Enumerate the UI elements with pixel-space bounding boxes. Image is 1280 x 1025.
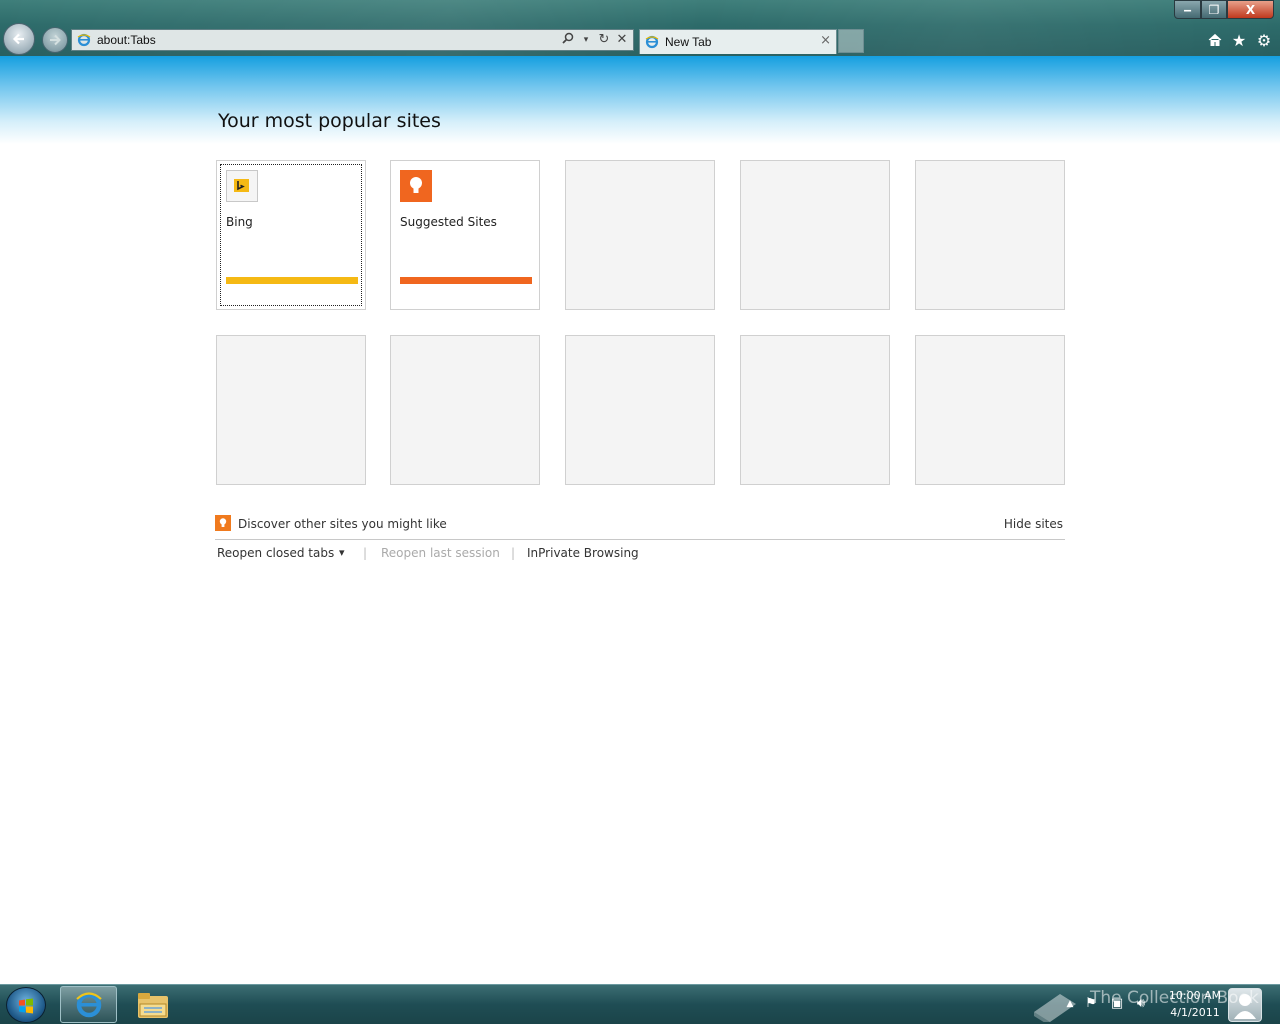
tab-label: New Tab (665, 35, 712, 49)
site-tile-suggested-sites[interactable]: Suggested Sites (390, 160, 540, 310)
window-controls: ‒ ❐ X (1174, 0, 1274, 20)
page-title: Your most popular sites (218, 110, 441, 132)
show-hidden-icons-icon[interactable]: ▲ (1063, 997, 1077, 1011)
lightbulb-icon (400, 170, 432, 202)
address-bar[interactable]: about:Tabs ▾ ↻ ✕ (71, 29, 634, 51)
tab-new-tab[interactable]: New Tab × (639, 29, 837, 54)
hide-sites-link[interactable]: Hide sites (1004, 517, 1063, 531)
back-icon (12, 33, 24, 45)
tile-label: Bing (226, 215, 253, 229)
separator: | (511, 546, 516, 560)
folder-icon (137, 992, 168, 1018)
empty-site-tile[interactable] (915, 160, 1065, 310)
taskbar-windows-explorer[interactable] (124, 986, 181, 1023)
volume-icon[interactable]: 🔊︎ (1134, 997, 1148, 1011)
network-icon[interactable]: ▣ (1110, 997, 1124, 1011)
empty-site-tile[interactable] (740, 160, 890, 310)
empty-site-tile[interactable] (740, 335, 890, 485)
back-button[interactable] (3, 23, 35, 55)
empty-site-tile[interactable] (565, 335, 715, 485)
empty-site-tile[interactable] (565, 160, 715, 310)
taskbar: ▲ ⚑ ▣ 🔊︎ 10:00 AM 4/1/2011 (0, 984, 1280, 1024)
empty-site-tile[interactable] (915, 335, 1065, 485)
tab-close-icon[interactable]: × (820, 33, 831, 48)
separator: | (363, 546, 368, 560)
empty-site-tile[interactable] (390, 335, 540, 485)
empty-site-tile[interactable] (216, 335, 366, 485)
refresh-icon[interactable]: ↻ (597, 32, 611, 48)
forward-button[interactable] (42, 27, 68, 53)
reopen-last-session-link: Reopen last session (381, 546, 500, 560)
tile-popularity-bar (226, 277, 358, 284)
bing-icon (226, 170, 258, 202)
internet-explorer-icon (75, 991, 102, 1017)
user-avatar-button[interactable] (1228, 988, 1262, 1022)
tile-popularity-bar (400, 277, 532, 284)
dropdown-arrow-icon[interactable]: ▾ (579, 32, 593, 48)
reopen-closed-tabs-link[interactable]: Reopen closed tabs (217, 546, 334, 560)
discover-link[interactable]: Discover other sites you might like (238, 517, 447, 531)
chevron-down-icon[interactable]: ▾ (339, 546, 345, 559)
discover-bar: Discover other sites you might like Hide… (215, 514, 1065, 540)
forward-icon (50, 34, 61, 46)
inprivate-browsing-link[interactable]: InPrivate Browsing (527, 546, 639, 560)
search-icon[interactable] (561, 32, 575, 48)
clock-date[interactable]: 4/1/2011 (1165, 1006, 1225, 1019)
windows-logo-icon (19, 998, 33, 1014)
start-button[interactable] (6, 987, 46, 1023)
tile-label: Suggested Sites (400, 215, 497, 229)
browser-chrome: about:Tabs ▾ ↻ ✕ New Tab × ★ ⚙ ‒ ❐ X (0, 0, 1280, 56)
tools-gear-icon[interactable]: ⚙ (1255, 32, 1273, 50)
stop-icon[interactable]: ✕ (615, 32, 629, 48)
address-tools: ▾ ↻ ✕ (561, 32, 629, 48)
clock-time[interactable]: 10:00 AM (1165, 989, 1225, 1002)
close-button[interactable]: X (1227, 0, 1274, 19)
user-icon (1234, 994, 1256, 1019)
ie-tab-icon (645, 35, 659, 49)
action-center-flag-icon[interactable]: ⚑ (1084, 997, 1098, 1011)
notification-area: ▲ ⚑ ▣ 🔊︎ 10:00 AM 4/1/2011 (1060, 985, 1280, 1025)
taskbar-internet-explorer[interactable] (60, 986, 117, 1023)
home-icon[interactable] (1206, 32, 1224, 50)
page-header-gradient (0, 56, 1280, 144)
site-tile-bing[interactable]: Bing (216, 160, 366, 310)
address-text[interactable]: about:Tabs (97, 33, 156, 47)
maximize-button[interactable]: ❐ (1201, 0, 1227, 19)
minimize-button[interactable]: ‒ (1174, 0, 1201, 19)
ie-page-icon (77, 33, 91, 47)
suggested-sites-icon (215, 515, 231, 531)
new-tab-button[interactable] (838, 29, 864, 53)
favorites-icon[interactable]: ★ (1230, 32, 1248, 50)
